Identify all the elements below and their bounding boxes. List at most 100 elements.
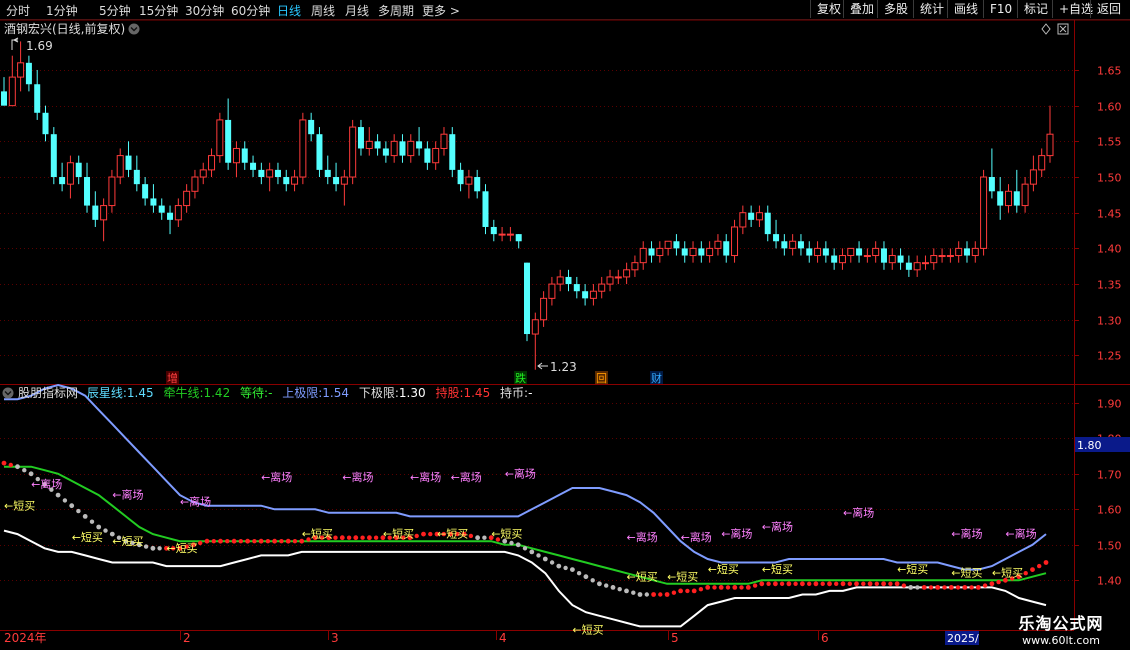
star-line-dot (854, 581, 859, 587)
star-line-dot (827, 581, 832, 587)
candle-body-up (432, 147, 440, 164)
star-line-dot (563, 565, 568, 571)
candle-body-up (838, 255, 846, 264)
indicator-tick-label: 1.90 (1097, 398, 1122, 411)
hold-cash-value: - (528, 386, 532, 400)
star-line-dot (834, 581, 839, 586)
marker-finance[interactable]: 财 (650, 371, 663, 385)
star-line-dot (15, 464, 20, 470)
star-line-dot (705, 585, 711, 590)
star-line-dot (509, 540, 514, 546)
candle-body-down (167, 212, 174, 220)
star-line-dot (549, 560, 555, 565)
buy-signal-label: ←短买 (708, 562, 739, 576)
star-line-dot (651, 592, 656, 597)
star-line-dot (928, 585, 934, 590)
buy-signal-label: ←短买 (627, 569, 658, 583)
candle-body-down (75, 162, 82, 178)
star-line-dot (671, 590, 677, 595)
candle-body-up (980, 176, 988, 249)
star-line-dot (515, 542, 521, 548)
watermark-url: www.60lt.com (1022, 634, 1100, 647)
candle-body-down (225, 119, 232, 163)
indicator-current-value: 1.80 (1077, 439, 1102, 452)
star-line-dot (272, 538, 277, 544)
buy-signal-label: ←短买 (383, 527, 414, 541)
candle-body-down (59, 177, 66, 185)
candle-body-down (963, 248, 970, 256)
star-line-dot (285, 538, 291, 544)
candle-body-down (515, 234, 522, 242)
star-line-dot (1037, 563, 1042, 569)
star-line-dot (583, 574, 589, 580)
star-line-dot (759, 581, 765, 587)
candle-body-up (888, 255, 896, 264)
buy-signal-label: ←短买 (667, 569, 698, 583)
candle-body-up (390, 140, 398, 157)
buy-signal-label: ←短买 (166, 541, 197, 555)
candle-body-down (125, 155, 132, 170)
candle-body-down (490, 226, 497, 235)
candle-body-up (689, 247, 697, 257)
x-label-apr: 4 (499, 631, 507, 645)
stock-chart[interactable]: 1.65 1.60 1.55 1.50 1.45 1.40 1.35 1.30 1.25 酒钢宏… (0, 0, 1130, 650)
candle-body-up (498, 233, 506, 236)
star-line-dot (428, 531, 433, 537)
candle-body-up (556, 276, 564, 285)
candle-body-down (748, 212, 755, 220)
svg-text:增: 增 (167, 371, 178, 385)
ox-line-label: 牵牛线: (163, 385, 203, 400)
star-line-dot (292, 539, 298, 544)
marker-return[interactable]: 回 (595, 371, 608, 385)
star-line-dot (103, 528, 108, 533)
star-line-dot (570, 567, 575, 572)
candle-body-up (465, 176, 473, 185)
low-price-label: 1.23 (537, 360, 577, 374)
star-line-dot (89, 519, 95, 524)
star-line-dot (204, 538, 210, 544)
buy-signal-label: ←短买 (897, 562, 928, 576)
candle-body-up (199, 169, 207, 178)
candle-body-up (606, 276, 614, 285)
candle-body-up (814, 247, 822, 257)
watermark: 乐淘公式网 www.60lt.com (1014, 610, 1108, 647)
star-line-dot (22, 468, 27, 473)
sell-signal-label: ←离场 (681, 530, 712, 544)
candle-body-down (905, 262, 912, 270)
panel-close-icon[interactable] (1057, 23, 1069, 35)
marker-increase[interactable]: 增 (166, 371, 179, 385)
candle-body-up (1046, 133, 1054, 157)
candle-body-up (407, 140, 415, 157)
star-line-dot (800, 581, 805, 587)
title-dropdown-icon[interactable] (128, 23, 140, 35)
star-line-label: 辰星线: (87, 386, 127, 400)
star-line-dot (678, 588, 683, 594)
candle-body-down (997, 191, 1004, 206)
ox-line-value: 1.42 (203, 386, 230, 400)
candle-body-down (250, 162, 257, 170)
candle-body-up (656, 247, 664, 257)
star-line-dot (691, 588, 697, 594)
candle-body-up (946, 255, 954, 258)
indicator-tick-label: 1.60 (1097, 504, 1122, 517)
candle-body-down (565, 276, 572, 285)
star-line-dot (888, 581, 893, 586)
main-grid (0, 70, 1074, 356)
star-line-dot (198, 540, 203, 546)
watermark-title: 乐淘公式网 (1018, 614, 1104, 633)
star-line-dot (664, 592, 670, 597)
buy-signal-label: ←短买 (951, 566, 982, 580)
indicator-dropdown-icon[interactable] (2, 387, 14, 399)
price-tick-label: 1.35 (1097, 279, 1122, 292)
candle-body-down (92, 205, 99, 220)
star-line-dot (1, 460, 7, 466)
buy-signal-label: ←短买 (992, 566, 1023, 580)
star-line-dot (637, 592, 643, 597)
candle-body-down (698, 248, 705, 256)
star-line-dot (339, 535, 345, 541)
panel-diamond-icon[interactable] (1041, 23, 1051, 35)
candle-body-down (457, 169, 464, 185)
marker-fall[interactable]: 跌 (514, 371, 527, 385)
candle-body-up (365, 140, 373, 149)
candle-body-down (880, 248, 887, 263)
